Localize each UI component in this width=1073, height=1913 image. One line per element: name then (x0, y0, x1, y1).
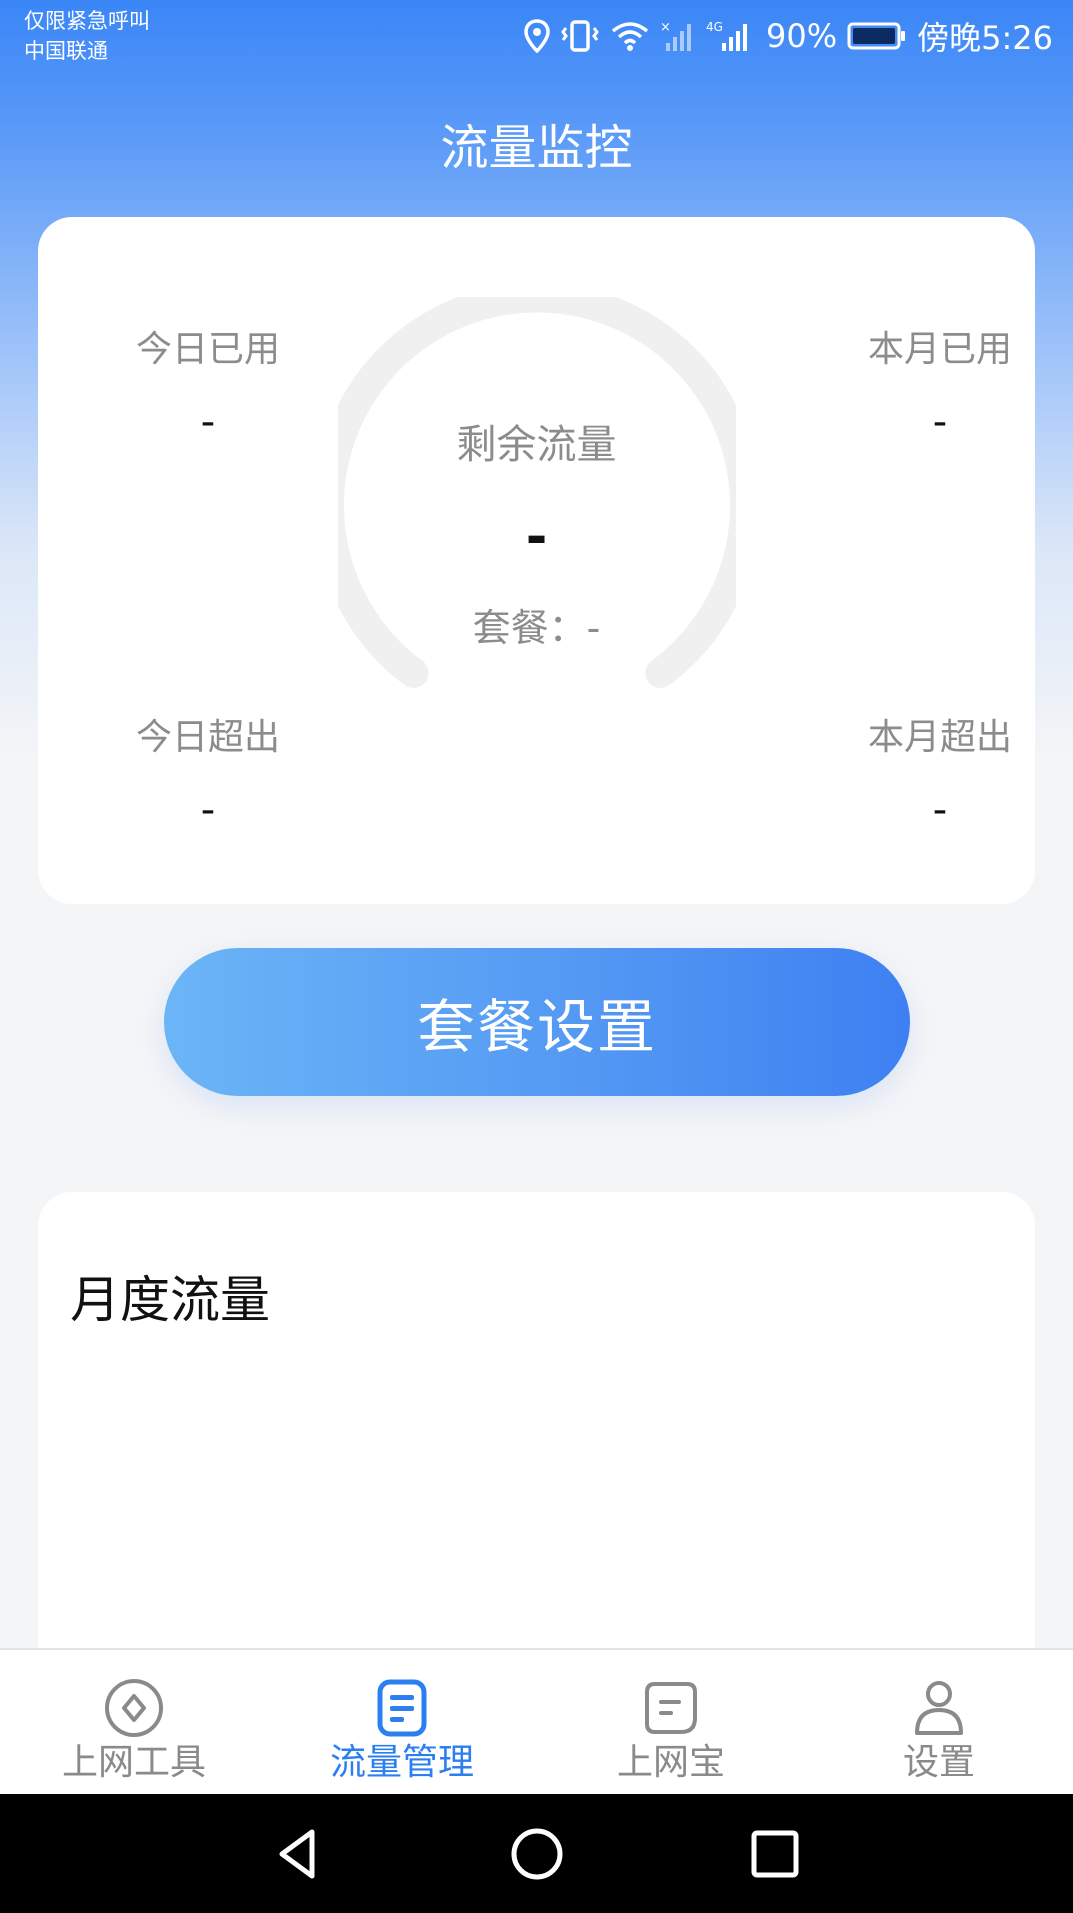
person-icon (915, 1681, 963, 1735)
bottom-nav: 上网工具 流量管理 上网宝 设置 (0, 1648, 1073, 1796)
nav-item-settings[interactable]: 设置 (805, 1650, 1073, 1796)
month-used-label: 本月已用 (867, 329, 1012, 370)
svg-text:4G: 4G (706, 20, 723, 34)
carrier-info: 仅限紧急呼叫 中国联通 (24, 6, 150, 66)
plan-settings-button[interactable]: 套餐设置 (164, 948, 910, 1096)
nav-label-settings: 设置 (902, 1742, 975, 1783)
clock: 傍晚5:26 (917, 19, 1053, 57)
nav-label-traffic: 流量管理 (329, 1742, 474, 1783)
remaining-value: - (525, 507, 548, 567)
today-over: 今日超出 - (93, 713, 323, 835)
battery-icon (847, 22, 906, 50)
usage-card: 剩余流量 - 套餐：- 今日已用 - 本月已用 - 今日超出 - 本月超出 - (38, 217, 1035, 904)
plan-text: 套餐：- (472, 606, 601, 650)
chat-note-icon (645, 1682, 697, 1734)
status-icons: × 4G 90% 傍晚5:26 (524, 14, 1053, 58)
signal-sim2-icon: 4G (706, 20, 747, 51)
signal-sim1-icon: × (660, 20, 691, 51)
today-used-value: - (200, 399, 216, 445)
monthly-traffic-title: 月度流量 (70, 1271, 270, 1329)
nav-label-tools: 上网工具 (61, 1742, 206, 1783)
home-icon[interactable] (507, 1824, 567, 1884)
nav-item-tools[interactable]: 上网工具 (0, 1650, 268, 1796)
month-over-value: - (932, 787, 948, 833)
system-navigation-bar (0, 1794, 1073, 1913)
today-used-label: 今日已用 (135, 329, 280, 370)
nav-item-netbao[interactable]: 上网宝 (537, 1650, 805, 1796)
location-icon (524, 19, 550, 53)
carrier-name: 中国联通 (24, 39, 108, 63)
back-icon[interactable] (268, 1824, 328, 1884)
document-icon (377, 1679, 427, 1737)
emergency-text: 仅限紧急呼叫 (24, 9, 150, 33)
today-used: 今日已用 - (93, 325, 323, 447)
month-used-value: - (932, 399, 948, 445)
monthly-traffic-card: 月度流量 (38, 1192, 1035, 1652)
month-used: 本月已用 - (825, 325, 1055, 447)
month-over-label: 本月超出 (867, 717, 1012, 758)
svg-text:×: × (660, 20, 671, 35)
compass-icon (105, 1679, 163, 1737)
battery-percent: 90% (766, 17, 838, 55)
today-over-label: 今日超出 (135, 717, 280, 758)
status-bar: 仅限紧急呼叫 中国联通 × 4G 90% 傍晚5:26 (0, 0, 1073, 70)
today-over-value: - (200, 787, 216, 833)
vibrate-icon (561, 20, 599, 52)
recents-icon[interactable] (745, 1824, 805, 1884)
wifi-icon (611, 22, 649, 51)
page-title: 流量监控 (440, 120, 633, 176)
nav-item-traffic[interactable]: 流量管理 (268, 1650, 536, 1796)
month-over: 本月超出 - (825, 713, 1055, 835)
nav-label-netbao: 上网宝 (616, 1742, 725, 1783)
